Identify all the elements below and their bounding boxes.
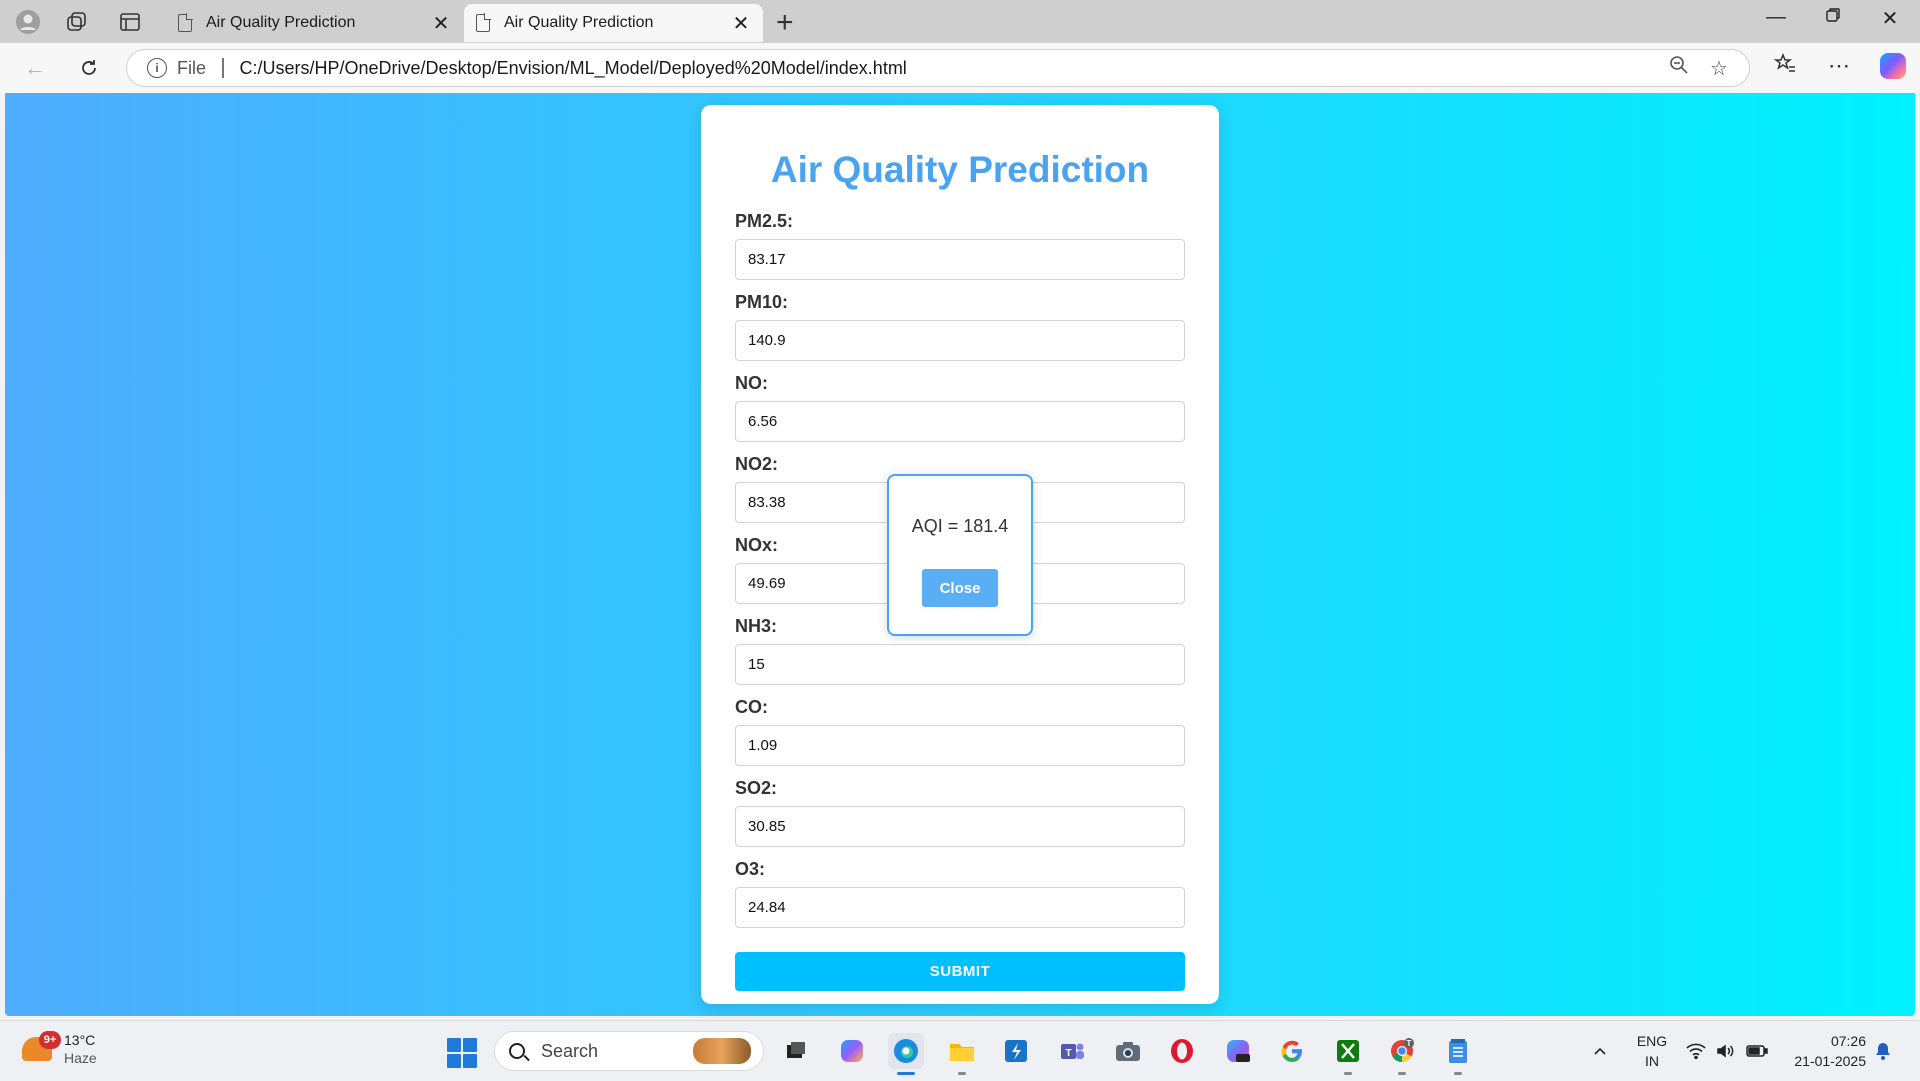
weather-text: 13°C Haze bbox=[64, 1031, 97, 1067]
edge-icon[interactable] bbox=[888, 1033, 924, 1075]
notification-badge: 9+ bbox=[39, 1031, 61, 1049]
windows-start-icon[interactable] bbox=[447, 1038, 477, 1068]
field-label: NO2: bbox=[735, 454, 779, 474]
field-pm25: PM2.5: bbox=[735, 211, 1185, 280]
back-arrow-icon[interactable]: ← bbox=[18, 51, 52, 85]
close-tab-icon[interactable]: ✕ bbox=[431, 11, 451, 36]
show-hidden-icons-chevron-icon[interactable] bbox=[1592, 1021, 1608, 1081]
field-co: CO: bbox=[735, 697, 1185, 766]
address-divider bbox=[222, 58, 224, 78]
no-input[interactable] bbox=[735, 401, 1185, 442]
close-window-button[interactable]: ✕ bbox=[1870, 6, 1910, 31]
pm25-input[interactable] bbox=[735, 239, 1185, 280]
sticky-app-icon[interactable] bbox=[998, 1033, 1034, 1069]
system-clock[interactable]: 07:26 21-01-2025 bbox=[1786, 1031, 1866, 1071]
field-o3: O3: bbox=[735, 859, 1185, 928]
field-label: SO2: bbox=[735, 778, 778, 798]
tab-active[interactable]: Air Quality Prediction ✕ bbox=[464, 4, 763, 42]
clock-time: 07:26 bbox=[1830, 1033, 1866, 1049]
aqi-result-text: AQI = 181.4 bbox=[911, 516, 1009, 536]
co-input[interactable] bbox=[735, 725, 1185, 766]
page-icon bbox=[178, 13, 193, 32]
weather-condition: Haze bbox=[64, 1050, 97, 1066]
field-so2: SO2: bbox=[735, 778, 1185, 847]
teams-icon[interactable]: T bbox=[1054, 1033, 1090, 1069]
minimize-button[interactable]: — bbox=[1756, 6, 1796, 29]
copilot-icon[interactable] bbox=[1880, 53, 1906, 79]
clock-date: 21-01-2025 bbox=[1794, 1053, 1866, 1069]
notepad-icon[interactable] bbox=[1440, 1033, 1476, 1075]
address-bar[interactable]: i File C:/Users/HP/OneDrive/Desktop/Envi… bbox=[126, 49, 1750, 87]
search-icon bbox=[509, 1043, 525, 1059]
field-label: CO: bbox=[735, 697, 768, 717]
svg-text:T: T bbox=[1065, 1048, 1071, 1059]
info-icon[interactable]: i bbox=[147, 58, 167, 78]
volume-icon[interactable] bbox=[1716, 1021, 1736, 1081]
xbox-icon[interactable] bbox=[1330, 1033, 1366, 1075]
tab-inactive[interactable]: Air Quality Prediction ✕ bbox=[166, 4, 463, 42]
url-text[interactable]: C:/Users/HP/OneDrive/Desktop/Envision/ML… bbox=[240, 58, 1659, 79]
favorites-icon[interactable] bbox=[1768, 52, 1802, 81]
refresh-icon[interactable] bbox=[72, 51, 106, 85]
submit-button[interactable]: SUBMIT bbox=[735, 952, 1185, 991]
field-label: PM2.5: bbox=[735, 211, 794, 231]
field-pm10: PM10: bbox=[735, 292, 1185, 361]
taskbar-search[interactable]: Search bbox=[494, 1031, 764, 1071]
browser-tab-strip: Air Quality Prediction ✕ Air Quality Pre… bbox=[0, 0, 1920, 43]
more-options-icon[interactable]: ⋯ bbox=[1822, 53, 1856, 79]
region-line: IN bbox=[1645, 1053, 1659, 1069]
search-placeholder: Search bbox=[541, 1040, 599, 1061]
result-popup: AQI = 181.4 Close bbox=[887, 474, 1033, 636]
chrome-icon[interactable]: T bbox=[1384, 1033, 1420, 1075]
notification-bell-icon[interactable] bbox=[1874, 1021, 1892, 1081]
camera-icon[interactable] bbox=[1110, 1033, 1146, 1069]
favorite-star-icon[interactable]: ☆ bbox=[1699, 56, 1739, 81]
pm10-input[interactable] bbox=[735, 320, 1185, 361]
o3-input[interactable] bbox=[735, 887, 1185, 928]
copilot-app-icon[interactable] bbox=[834, 1033, 870, 1069]
svg-text:T: T bbox=[1407, 1039, 1412, 1048]
page-viewport: Air Quality Prediction PM2.5: PM10: NO: … bbox=[5, 93, 1915, 1016]
battery-icon[interactable] bbox=[1746, 1021, 1768, 1081]
scheme-label: File bbox=[177, 57, 207, 78]
windows-taskbar: 9+ 13°C Haze Search T T ENG IN 07:26 21-… bbox=[0, 1020, 1920, 1080]
nh3-input[interactable] bbox=[735, 644, 1185, 685]
google-icon[interactable] bbox=[1274, 1033, 1310, 1069]
field-label: NO: bbox=[735, 373, 768, 393]
weather-haze-icon: 9+ bbox=[22, 1031, 61, 1061]
search-highlight-image bbox=[693, 1038, 751, 1064]
close-popup-button[interactable]: Close bbox=[922, 569, 998, 607]
tab-actions-icon[interactable] bbox=[116, 8, 144, 36]
field-label: O3: bbox=[735, 859, 766, 879]
new-tab-button[interactable]: + bbox=[776, 6, 794, 40]
restore-button[interactable] bbox=[1813, 6, 1853, 29]
so2-input[interactable] bbox=[735, 806, 1185, 847]
language-line: ENG bbox=[1636, 1033, 1668, 1049]
browser-toolbar: ← i File C:/Users/HP/OneDrive/Desktop/En… bbox=[0, 43, 1920, 93]
m365-icon[interactable] bbox=[1220, 1033, 1256, 1069]
field-no: NO: bbox=[735, 373, 1185, 442]
wifi-icon[interactable] bbox=[1686, 1021, 1706, 1081]
tab-title: Air Quality Prediction bbox=[504, 14, 654, 31]
file-explorer-icon[interactable] bbox=[944, 1033, 980, 1075]
tab-title: Air Quality Prediction bbox=[206, 14, 356, 31]
close-tab-icon[interactable]: ✕ bbox=[731, 11, 751, 36]
zoom-out-icon[interactable] bbox=[1659, 55, 1699, 81]
task-view-icon[interactable] bbox=[778, 1033, 814, 1069]
profile-icon[interactable] bbox=[14, 8, 42, 36]
field-label: PM10: bbox=[735, 292, 789, 312]
page-icon bbox=[476, 13, 491, 32]
language-indicator[interactable]: ENG IN bbox=[1632, 1031, 1672, 1071]
weather-widget[interactable]: 9+ 13°C Haze bbox=[22, 1031, 97, 1067]
temperature: 13°C bbox=[64, 1032, 96, 1048]
workspaces-icon[interactable] bbox=[63, 8, 91, 36]
opera-icon[interactable] bbox=[1164, 1033, 1200, 1069]
page-title: Air Quality Prediction bbox=[770, 149, 1150, 190]
